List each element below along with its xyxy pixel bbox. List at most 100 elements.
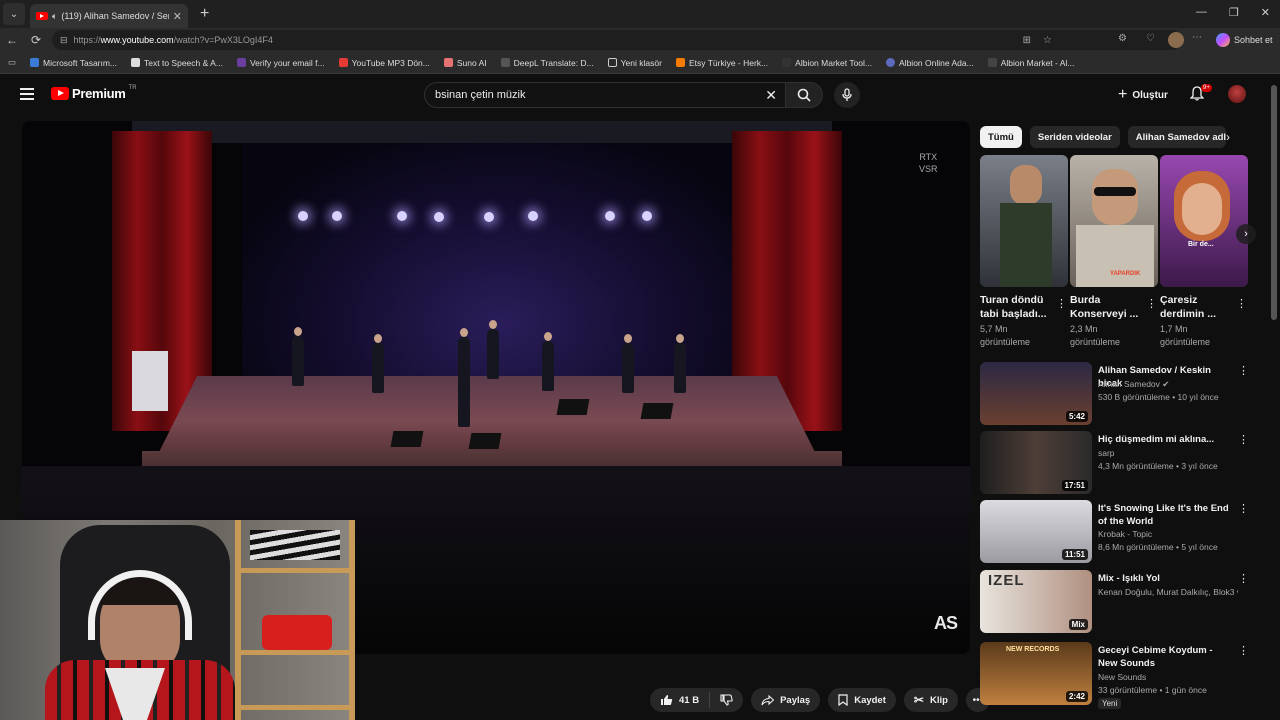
copilot-icon [1216,33,1230,47]
recommendation-item[interactable]: 11:51 It's Snowing Like It's the End of … [980,500,1260,566]
youtube-premium-logo[interactable]: Premium TR [51,85,137,101]
video-thumbnail[interactable]: 17:51 [980,431,1092,494]
short-views: 5,7 Mn görüntüleme [980,324,1031,347]
bookmark-item[interactable]: Microsoft Tasarım... [30,58,117,68]
bookmark-item[interactable]: Verify your email f... [236,58,325,68]
video-menu-icon[interactable]: ⋮ [1238,644,1249,657]
voice-search-button[interactable] [834,82,860,108]
chips-next-chevron-icon[interactable]: › [1226,130,1230,144]
short-thumbnail[interactable] [980,155,1068,287]
save-label: Kaydet [854,694,886,706]
close-tab-icon[interactable]: ✕ [173,10,182,23]
page-scrollbar[interactable] [1268,75,1280,720]
active-tab[interactable]: 🔈︎ (119) Alihan Samedov / Sen g ✕ [30,4,188,28]
create-button[interactable]: + Oluştur [1118,86,1168,104]
video-menu-icon[interactable]: ⋮ [1238,364,1249,377]
short-menu-icon[interactable]: ⋮ [1056,297,1067,310]
short-title[interactable]: Çaresiz derdimin ... [1160,293,1234,321]
bookmark-item[interactable]: Albion Online Ada... [886,58,974,68]
app-available-icon[interactable]: ⊞ [1023,35,1031,46]
video-thumbnail[interactable]: IZEL Mix [980,570,1092,633]
restore-icon[interactable]: ❐ [1229,6,1239,19]
short-thumbnail[interactable]: Bir de... [1160,155,1248,287]
recommendation-item[interactable]: 5:42 Alihan Samedov / Keskin bicak Aliha… [980,362,1260,428]
scrollbar-thumb[interactable] [1271,85,1277,320]
save-button[interactable]: Kaydet [828,688,896,712]
recommendation-item[interactable]: 17:51 Hiç düşmedim mi aklına... sarp 4,3… [980,431,1260,497]
video-title[interactable]: Hiç düşmedim mi aklına... [1098,433,1230,446]
shorts-next-chevron-icon[interactable]: › [1236,224,1256,244]
short-thumbnail[interactable]: YAPARDIK [1070,155,1158,287]
short-menu-icon[interactable]: ⋮ [1236,297,1247,310]
duration-badge: 11:51 [1061,549,1088,560]
browser-profile-avatar[interactable] [1168,32,1184,48]
clip-button[interactable]: ✂︎ Klip [903,688,958,712]
bookmark-folder[interactable]: Yeni klasör [607,58,662,68]
reading-list-icon[interactable]: ▭ [8,57,16,68]
recommendation-item[interactable]: NEW RECORDS 2:42 Geceyi Cebime Koydum - … [980,642,1260,709]
channel-name[interactable]: sarp [1098,448,1238,458]
video-thumbnail[interactable]: 5:42 [980,362,1092,425]
musician [292,327,304,386]
short-card[interactable]: Turan döndü tabi başladı... 5,7 Mn görün… [980,155,1068,349]
channel-watermark[interactable]: AS [934,613,958,634]
video-menu-icon[interactable]: ⋮ [1238,433,1249,446]
favorite-star-icon[interactable]: ☆ [1043,35,1052,46]
video-title[interactable]: Geceyi Cebime Koydum - New Sounds [1098,644,1230,670]
tab-actions-menu-icon[interactable]: ⌄ [3,3,25,25]
rtx-label: RTX [919,152,938,162]
menu-icon[interactable] [20,88,34,100]
account-avatar[interactable] [1228,85,1246,103]
window-close-icon[interactable]: ✕ [1261,6,1270,19]
bookmark-item[interactable]: YouTube MP3 Dön... [338,58,430,68]
short-card[interactable]: YAPARDIK Burda Konserveyi ... 2,3 Mn gör… [1070,155,1158,349]
bookmark-item[interactable]: Text to Speech & A... [131,58,223,68]
channel-name[interactable]: New Sounds [1098,672,1238,682]
channel-name[interactable]: Kenan Doğulu, Murat Dalkılıç, Blok3 ve d… [1098,587,1238,597]
shelf-board [241,705,349,710]
clear-search-icon[interactable]: ✕ [765,87,777,104]
new-tab-icon[interactable]: + [200,5,209,23]
short-card[interactable]: Bir de... Çaresiz derdimin ... 1,7 Mn gö… [1160,155,1248,349]
minimize-icon[interactable]: — [1196,6,1207,19]
video-title[interactable]: Mix - Işıklı Yol [1098,572,1230,585]
share-button[interactable]: Paylaş [751,688,821,712]
url-bar[interactable]: ⊟ https://www.youtube.com/watch?v=PwX3LO… [52,30,1182,50]
like-button[interactable]: 41 B [650,692,711,708]
bookmark-item[interactable]: Albion Market Tool... [782,58,872,68]
refresh-icon[interactable]: ⟳ [24,33,48,47]
short-title[interactable]: Burda Konserveyi ... [1070,293,1144,321]
video-title[interactable]: It's Snowing Like It's the End of the Wo… [1098,502,1230,528]
video-menu-icon[interactable]: ⋮ [1238,572,1249,585]
short-menu-icon[interactable]: ⋮ [1146,297,1157,310]
chip-all[interactable]: Tümü [980,126,1022,148]
site-info-icon[interactable]: ⊟ [60,35,68,46]
speaker-icon[interactable]: 🔈︎ [52,11,57,22]
video-thumbnail[interactable]: NEW RECORDS 2:42 [980,642,1092,705]
short-title[interactable]: Turan döndü tabi başladı... [980,293,1054,321]
stage-monitor [556,399,590,415]
chip-series[interactable]: Seriden videolar [1029,126,1120,148]
recommendation-item[interactable]: IZEL Mix Mix - Işıklı Yol Kenan Doğulu, … [980,570,1260,636]
search-button[interactable] [785,82,823,108]
video-menu-icon[interactable]: ⋮ [1238,502,1249,515]
bookmark-item[interactable]: Etsy Türkiye - Herk... [675,58,768,68]
extensions-icon[interactable]: ⚙ [1118,33,1127,44]
bookmarks-bar: ▭ Microsoft Tasarım... Text to Speech & … [0,52,1280,74]
bookmark-item[interactable]: Albion Market - Al... [987,58,1074,68]
back-icon[interactable]: ← [0,33,24,47]
channel-name[interactable]: Krobak - Topic [1098,529,1238,539]
duration-badge: 5:42 [1065,411,1088,422]
collections-icon[interactable]: ♡ [1146,33,1155,44]
chip-channel[interactable]: Alihan Samedov adlı [1127,126,1226,148]
more-menu-icon[interactable]: ⋯ [1192,32,1202,43]
search-input[interactable]: bsinan çetin müzik ✕ [424,82,786,108]
video-thumbnail[interactable]: 11:51 [980,500,1092,563]
bookmark-item[interactable]: Suno AI [443,58,487,68]
dislike-button[interactable] [710,694,743,706]
channel-name[interactable]: Alihan Samedov ✔︎ [1098,379,1238,390]
stage-light [332,211,342,221]
copilot-button[interactable]: Sohbet et [1216,33,1273,47]
bookmark-item[interactable]: DeepL Translate: D... [500,58,594,68]
shelf-board [241,650,349,655]
